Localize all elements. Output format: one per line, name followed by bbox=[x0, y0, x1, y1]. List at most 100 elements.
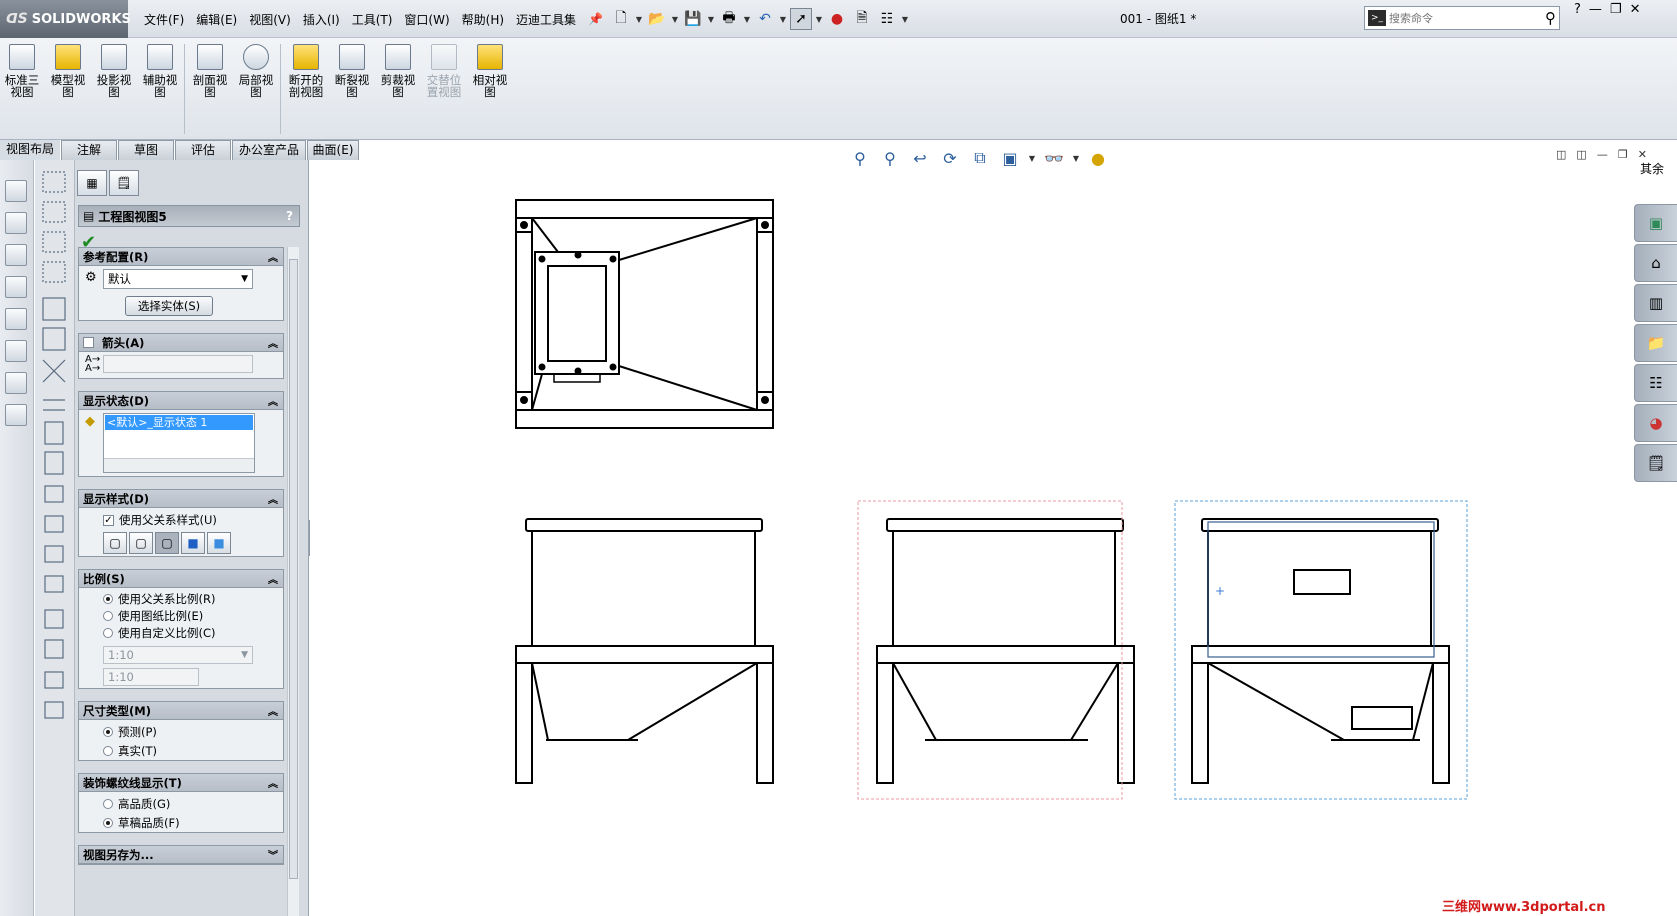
viewport-restore-icon[interactable]: ❐ bbox=[1618, 148, 1628, 161]
file-explorer-icon[interactable]: 📁 bbox=[1634, 324, 1677, 362]
tab-surfaces[interactable]: 曲面(E) bbox=[307, 140, 359, 160]
scale-option-sheet[interactable]: 使用图纸比例(E) bbox=[103, 608, 203, 624]
side-view[interactable] bbox=[876, 518, 1135, 784]
group-header[interactable]: 显示样式(D) ︽ bbox=[79, 490, 283, 508]
expand-chevron-icon[interactable]: ︾ bbox=[268, 847, 278, 862]
broken-out-section-button[interactable]: 断开的 剖视图 bbox=[284, 44, 328, 98]
configuration-select[interactable]: 默认 ▼ bbox=[103, 269, 253, 289]
menu-edit[interactable]: 编辑(E) bbox=[190, 11, 243, 28]
break-view-button[interactable]: 断裂视 图 bbox=[330, 44, 374, 98]
new-dropdown-icon[interactable]: ▼ bbox=[635, 15, 643, 24]
hidden-lines-visible-icon[interactable]: ▢ bbox=[129, 532, 153, 554]
dim-type-true[interactable]: 真实(T) bbox=[103, 743, 157, 759]
minimize-icon[interactable]: — bbox=[1589, 2, 1602, 17]
menu-insert[interactable]: 插入(I) bbox=[297, 11, 346, 28]
surface-finish-icon[interactable] bbox=[5, 276, 27, 298]
auto-balloon-icon[interactable] bbox=[5, 244, 27, 266]
custom-scale-select[interactable]: 1:10 ▼ bbox=[103, 646, 253, 664]
new-document-icon[interactable]: 🗋 bbox=[610, 8, 632, 30]
undo-icon[interactable]: ↶ bbox=[754, 8, 776, 30]
display-style-dropdown-icon[interactable]: ▼ bbox=[1028, 154, 1036, 163]
scale-option-custom[interactable]: 使用自定义比例(C) bbox=[103, 625, 216, 641]
group-header[interactable]: 比例(S) ︽ bbox=[79, 570, 283, 588]
pm-vertical-scrollbar[interactable] bbox=[287, 247, 299, 916]
tab-sketch[interactable]: 草图 bbox=[118, 140, 174, 160]
menu-tools[interactable]: 工具(T) bbox=[346, 11, 399, 28]
display-state-item[interactable]: <默认>_显示状态 1 bbox=[105, 415, 253, 430]
solidworks-logo[interactable]: ꓷS SOLIDWORKS bbox=[0, 0, 131, 38]
close-icon[interactable]: ✕ bbox=[1630, 2, 1641, 17]
collapse-chevron-icon[interactable]: ︽ bbox=[268, 249, 278, 264]
custom-properties-icon[interactable]: 🗒 bbox=[1634, 444, 1677, 482]
group-header[interactable]: 参考配置(R) ︽ bbox=[79, 248, 283, 266]
top-view[interactable] bbox=[515, 199, 774, 429]
feature-manager-tab-icon[interactable]: ▦ bbox=[77, 170, 107, 196]
open-folder-icon[interactable]: 📂 bbox=[646, 8, 668, 30]
group-header[interactable]: 装饰螺纹线显示(T) ︽ bbox=[79, 774, 283, 792]
shaded-with-edges-icon[interactable]: ■ bbox=[181, 532, 205, 554]
use-parent-style-checkbox[interactable]: ✓ bbox=[103, 514, 114, 526]
drawing-sheet[interactable]: + ⚲ ⚲ ↩ ⟳ ⧉ ▣ ▼ 👓 ▼ ● bbox=[310, 148, 1677, 916]
viewport-minimize-icon[interactable]: — bbox=[1597, 148, 1608, 161]
datum-feature-icon[interactable] bbox=[5, 372, 27, 394]
group-header[interactable]: 尺寸类型(M) ︽ bbox=[79, 702, 283, 720]
weld-symbol-icon[interactable] bbox=[5, 308, 27, 330]
radio-selected[interactable] bbox=[103, 594, 113, 604]
undo-dropdown-icon[interactable]: ▼ bbox=[779, 15, 787, 24]
design-library-icon[interactable]: ▥ bbox=[1634, 284, 1677, 322]
options-icon[interactable]: ☷ bbox=[876, 8, 898, 30]
solidworks-resources-icon[interactable]: ▣ bbox=[1634, 204, 1677, 242]
print-dropdown-icon[interactable]: ▼ bbox=[743, 15, 751, 24]
menu-file[interactable]: 文件(F) bbox=[138, 11, 190, 28]
collapse-chevron-icon[interactable]: ︽ bbox=[268, 393, 278, 408]
model-view-button[interactable]: 模型视 图 bbox=[46, 44, 90, 98]
file-properties-icon[interactable]: 🗎 bbox=[851, 8, 873, 30]
menu-help[interactable]: 帮助(H) bbox=[456, 11, 510, 28]
hide-show-dropdown-icon[interactable]: ▼ bbox=[1072, 154, 1080, 163]
front-view[interactable] bbox=[515, 518, 774, 784]
projected-view-button[interactable]: 投影视 图 bbox=[92, 44, 136, 98]
arrow-checkbox[interactable] bbox=[83, 337, 94, 348]
radio[interactable] bbox=[103, 628, 113, 638]
pin-icon[interactable]: 📌 bbox=[582, 12, 609, 26]
search-input[interactable] bbox=[1389, 11, 1529, 25]
radio[interactable] bbox=[103, 611, 113, 621]
tab-evaluate[interactable]: 评估 bbox=[175, 140, 231, 160]
select-pointer-icon[interactable]: ➚ bbox=[790, 8, 812, 30]
auxiliary-view-button[interactable]: 辅助视 图 bbox=[138, 44, 182, 98]
zoom-to-fit-icon[interactable]: ⚲ bbox=[848, 146, 872, 170]
section-view-toolbar-icon[interactable]: ⧉ bbox=[968, 146, 992, 170]
dim-type-projected[interactable]: 预测(P) bbox=[103, 724, 157, 740]
zoom-to-area-icon[interactable]: ⚲ bbox=[878, 146, 902, 170]
alternate-position-view-button[interactable]: 交替位 置视图 bbox=[422, 44, 466, 98]
select-bodies-button[interactable]: 选择实体(S) bbox=[125, 296, 213, 316]
display-style-icon[interactable]: ▣ bbox=[998, 146, 1022, 170]
display-state-list[interactable]: <默认>_显示状态 1 bbox=[103, 413, 255, 473]
group-header[interactable]: 显示状态(D) ︽ bbox=[79, 392, 283, 410]
relative-view-button[interactable]: 相对视 图 bbox=[468, 44, 512, 98]
restore-icon[interactable]: ❐ bbox=[1610, 2, 1622, 17]
appearance-sphere-icon[interactable]: ● bbox=[1086, 146, 1110, 170]
open-dropdown-icon[interactable]: ▼ bbox=[671, 15, 679, 24]
pm-help-icon[interactable]: ? bbox=[286, 209, 293, 223]
tab-office-products[interactable]: 办公室产品 bbox=[232, 140, 306, 160]
collapse-chevron-icon[interactable]: ︽ bbox=[268, 775, 278, 790]
select-dropdown-icon[interactable]: ▼ bbox=[815, 15, 823, 24]
viewport-split-icon[interactable]: ◫ bbox=[1576, 148, 1586, 161]
menu-view[interactable]: 视图(V) bbox=[243, 11, 297, 28]
viewport-layout-icon[interactable]: ◫ bbox=[1556, 148, 1566, 161]
radio-selected[interactable] bbox=[103, 818, 113, 828]
property-manager-tab-icon[interactable]: 🗒 bbox=[109, 170, 139, 196]
collapse-chevron-icon[interactable]: ︽ bbox=[268, 703, 278, 718]
tab-view-layout[interactable]: 视图布局 bbox=[0, 140, 60, 160]
rebuild-traffic-light-icon[interactable]: ● bbox=[826, 8, 848, 30]
thread-high-quality[interactable]: 高品质(G) bbox=[103, 796, 170, 812]
previous-view-icon[interactable]: ↩ bbox=[908, 146, 932, 170]
crop-view-button[interactable]: 剪裁视 图 bbox=[376, 44, 420, 98]
thread-draft-quality[interactable]: 草稿品质(F) bbox=[103, 815, 180, 831]
collapse-chevron-icon[interactable]: ︽ bbox=[268, 571, 278, 586]
hide-show-items-icon[interactable]: 👓 bbox=[1042, 146, 1066, 170]
selected-drawing-view[interactable] bbox=[1191, 518, 1450, 784]
section-view-button[interactable]: 剖面视 图 bbox=[188, 44, 232, 98]
cosmetic-thread-icon[interactable] bbox=[5, 404, 27, 426]
